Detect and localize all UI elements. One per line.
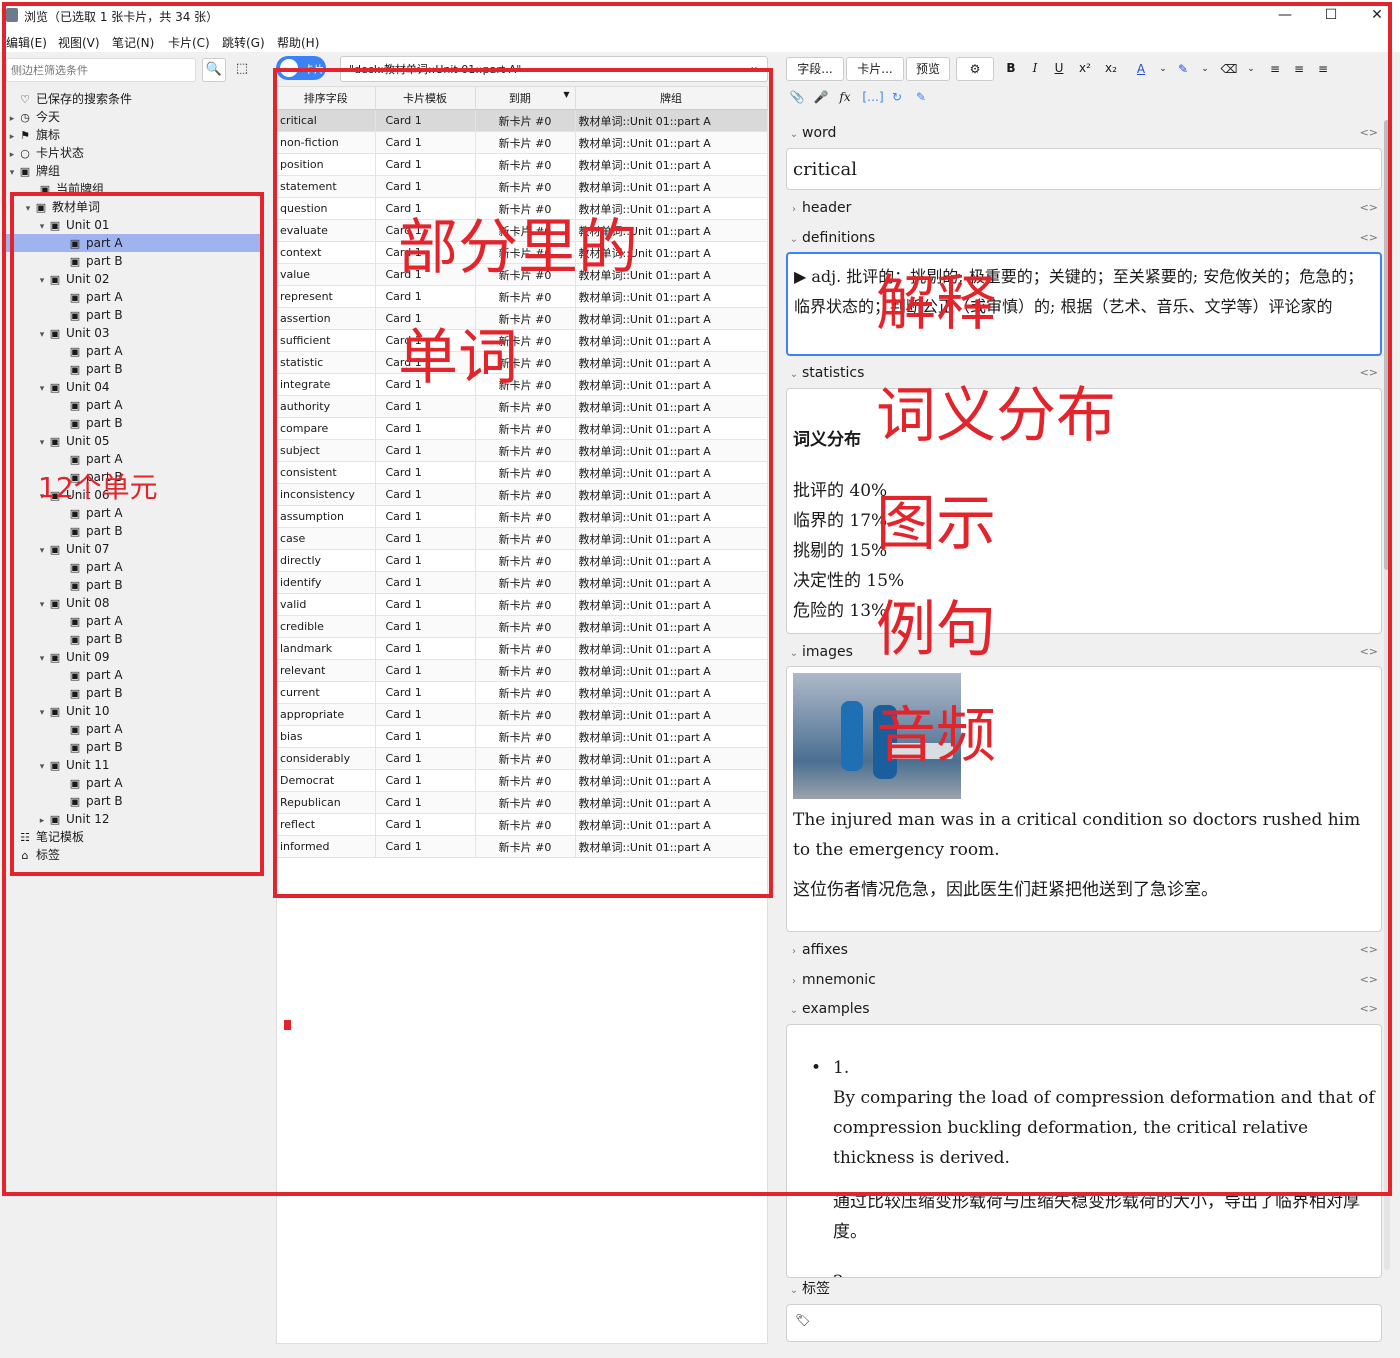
tag-icon: 🏷 <box>795 1313 811 1327</box>
tags-field[interactable]: 🏷 <box>786 1304 1382 1342</box>
example-item: • 2. <box>811 1267 1375 1277</box>
annotation-explain: 解释 <box>876 269 996 339</box>
bullet-icon: • <box>811 1267 821 1277</box>
annotation-mark <box>284 1020 291 1030</box>
example-number: 2. <box>833 1267 1375 1277</box>
annotation-audio: 音频 <box>876 701 996 771</box>
chevron-down-icon: ⌄ <box>789 1285 799 1296</box>
annotation-distribution: 词义分布 <box>876 381 1116 451</box>
field-tags-header[interactable]: ⌄ 标签 <box>786 1278 1382 1300</box>
annotation-words-box <box>273 68 773 898</box>
annotation-examples: 例句 <box>876 595 996 665</box>
annotation-figure: 图示 <box>876 489 996 559</box>
annotation-units-label: 12个单元 <box>38 471 158 504</box>
annotation-words-line2: 单词 <box>398 323 518 393</box>
annotation-words-line1: 部分里的 <box>398 213 638 283</box>
annotation-units-box <box>10 192 264 876</box>
example-zh: 通过比较压缩变形载荷与压缩失稳变形载荷的大小，导出了临界相对厚度。 <box>833 1192 1360 1242</box>
